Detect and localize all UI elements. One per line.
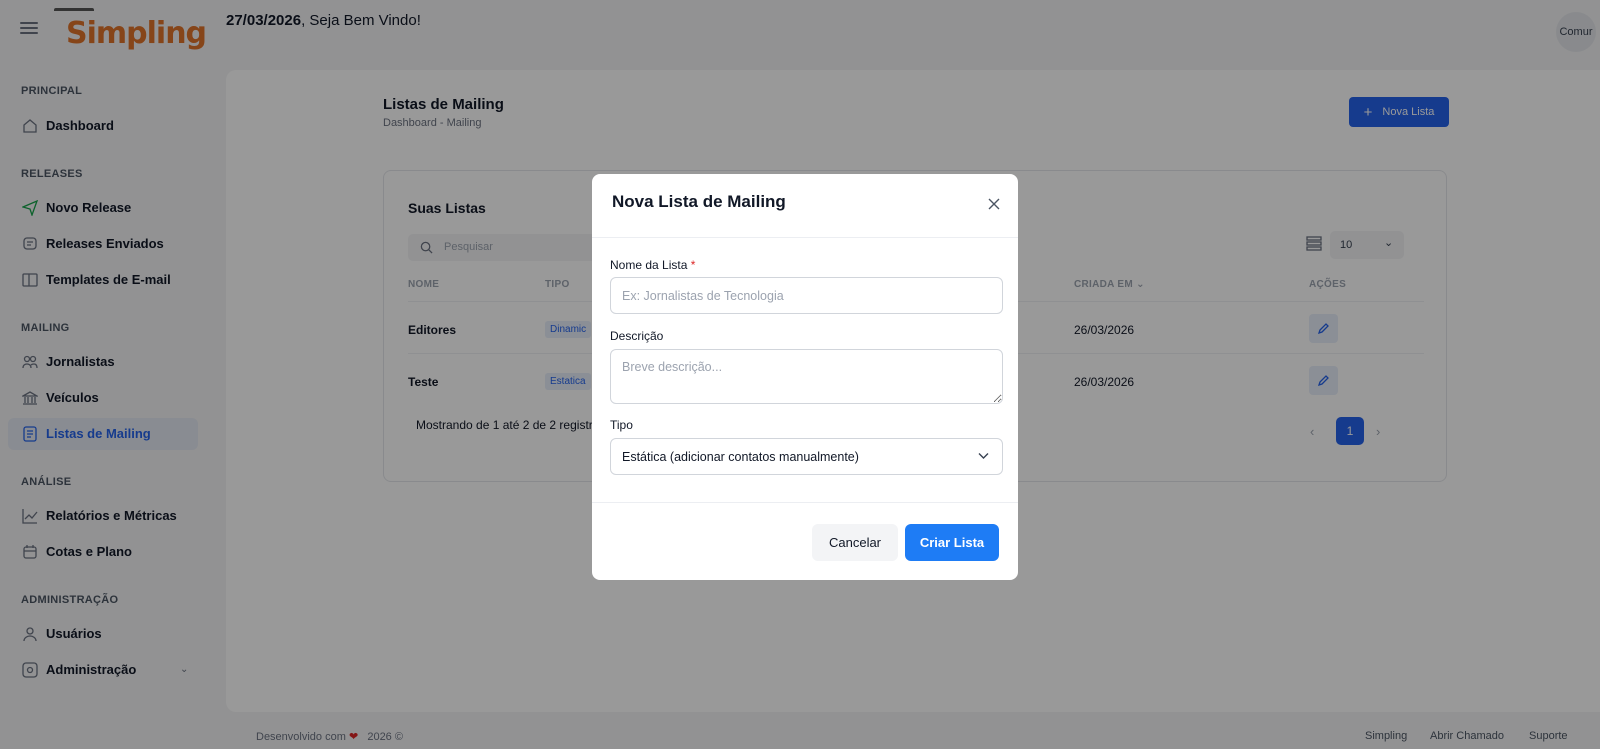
description-textarea[interactable]	[610, 349, 1003, 404]
type-select-value: Estática (adicionar contatos manualmente…	[622, 450, 859, 464]
description-label: Descrição	[610, 329, 664, 343]
type-select[interactable]: Estática (adicionar contatos manualmente…	[610, 438, 1003, 475]
required-mark: *	[690, 258, 696, 272]
list-name-input[interactable]	[610, 277, 1003, 314]
chevron-down-icon	[978, 453, 989, 459]
close-icon[interactable]	[988, 198, 1000, 210]
cancel-button[interactable]: Cancelar	[812, 524, 898, 561]
new-list-modal: Nova Lista de Mailing Nome da Lista * De…	[592, 174, 1018, 580]
modal-divider	[592, 237, 1018, 238]
type-label: Tipo	[610, 418, 633, 432]
name-label-text: Nome da Lista	[610, 258, 688, 272]
modal-divider	[592, 502, 1018, 503]
create-list-button[interactable]: Criar Lista	[905, 524, 999, 561]
modal-title: Nova Lista de Mailing	[612, 192, 786, 211]
name-label: Nome da Lista *	[610, 258, 695, 272]
